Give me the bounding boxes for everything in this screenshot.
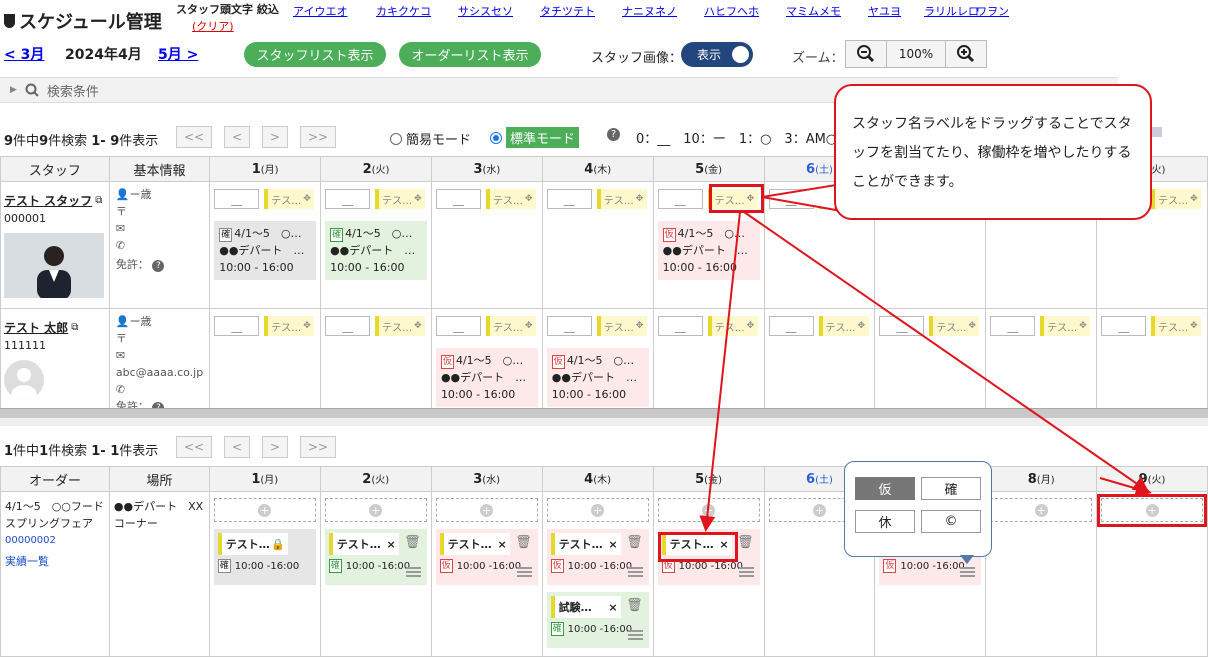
help-callout: スタッフ名ラベルをドラッグすることでスタッフを割当てたり、稼働枠を増やしたりする… (834, 84, 1152, 220)
popup-pointer (960, 555, 974, 564)
highlight-staff-label (709, 184, 764, 213)
highlight-assigned-card (658, 532, 738, 562)
status-popup: 仮 確 休 © (844, 461, 992, 557)
drag-arrow-to-order (699, 211, 741, 532)
confirm-button[interactable]: 確 (921, 477, 981, 500)
highlight-new-slot (1097, 494, 1207, 527)
callout-pointer (761, 183, 837, 212)
tentative-button[interactable]: 仮 (855, 477, 915, 500)
drag-arrow-to-slot (743, 211, 1150, 493)
arrow-from-popup (1099, 477, 1152, 497)
off-button[interactable]: 休 (855, 510, 915, 533)
copyright-button[interactable]: © (921, 510, 981, 533)
